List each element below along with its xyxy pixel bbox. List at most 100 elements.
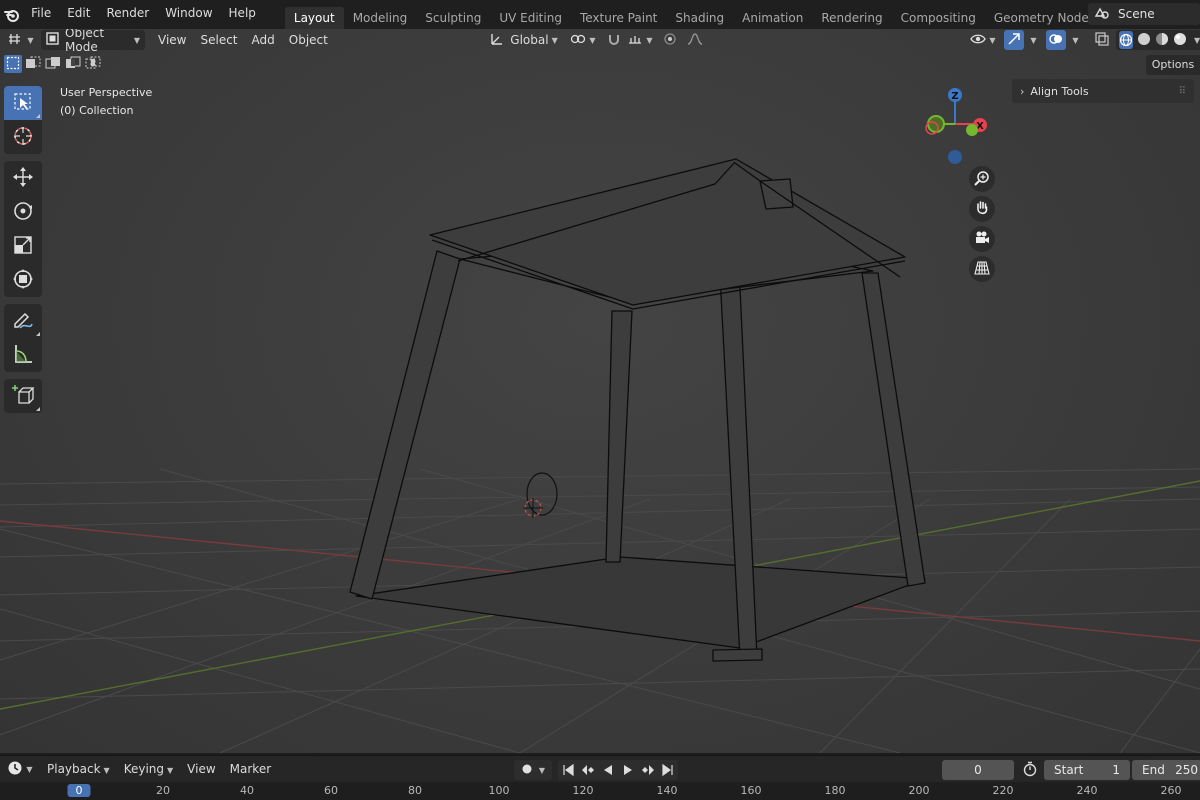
ruler-tick: 180 — [824, 784, 846, 797]
navigation-gizmo[interactable]: Z X — [915, 84, 995, 164]
select-invert-button[interactable] — [64, 55, 82, 73]
orientation-icon — [490, 32, 504, 49]
gizmo-neg-z-axis[interactable] — [948, 150, 962, 164]
current-frame-field[interactable]: 0 — [942, 760, 1014, 780]
chevron-down-icon: ▼ — [989, 35, 996, 45]
menu-help[interactable]: Help — [221, 0, 264, 29]
tool-transform[interactable] — [4, 263, 42, 297]
drag-grip-icon[interactable]: ⠿ — [1179, 86, 1186, 97]
align-tools-panel[interactable]: › Align Tools ⠿ — [1012, 79, 1194, 103]
auto-keying-button[interactable]: ▼ — [514, 760, 552, 780]
tab-shading[interactable]: Shading — [666, 7, 733, 29]
chevron-down-icon[interactable]: ▼ — [1194, 36, 1200, 45]
tab-uv-editing[interactable]: UV Editing — [490, 7, 571, 29]
scene-selector[interactable]: Scene — [1088, 3, 1200, 25]
timeline-editor-type-button[interactable]: ▼ — [4, 759, 36, 779]
tab-compositing[interactable]: Compositing — [892, 7, 985, 29]
select-box-icon — [13, 92, 33, 115]
gizmo-y-axis[interactable] — [966, 124, 978, 136]
camera-view-button[interactable] — [969, 226, 995, 252]
rendered-shading-button[interactable] — [1173, 32, 1187, 49]
gizmo-dropdown[interactable]: ▼ — [1025, 30, 1039, 50]
mode-selector[interactable]: Object Mode ▼ — [41, 29, 145, 54]
start-frame-field[interactable]: Start 1 — [1044, 760, 1130, 780]
gizmo-toggle[interactable] — [1004, 30, 1024, 50]
eye-icon — [970, 33, 987, 48]
timeline-menu-view[interactable]: View — [180, 762, 222, 776]
tool-scale[interactable] — [4, 229, 42, 263]
frame-rate-toggle[interactable] — [1020, 760, 1040, 780]
jump-to-keyframe-forward-button[interactable] — [638, 760, 658, 780]
pivot-point-button[interactable]: ▼ — [570, 30, 596, 50]
tool-annotate[interactable] — [4, 304, 42, 338]
wireframe-shading-button[interactable] — [1119, 31, 1133, 49]
timeline-menu-marker[interactable]: Marker — [223, 762, 278, 776]
viewport-header: ▼ Object Mode ▼ View Select Add Object Glob… — [0, 29, 1200, 54]
timeline-menu-playback[interactable]: Playback ▼ — [40, 762, 117, 776]
overlays-toggle[interactable] — [1046, 30, 1066, 50]
tool-measure[interactable] — [4, 338, 42, 372]
timeline-menu-keying[interactable]: Keying ▼ — [117, 762, 180, 776]
record-dot-icon — [521, 763, 533, 778]
material-shading-button[interactable] — [1155, 32, 1169, 49]
chevron-down-icon: ▼ — [133, 35, 140, 45]
chevron-down-icon: ▼ — [27, 35, 34, 45]
falloff-button[interactable] — [682, 30, 708, 50]
menu-window[interactable]: Window — [157, 0, 220, 29]
viewport-menu-view[interactable]: View — [151, 33, 193, 47]
tab-texture-paint[interactable]: Texture Paint — [571, 7, 666, 29]
corner-triangle-icon — [36, 114, 40, 118]
tool-add-cube[interactable] — [4, 379, 42, 413]
proportional-edit-toggle[interactable] — [660, 30, 680, 50]
timeline-menu-label: View — [187, 762, 216, 776]
tab-geometry-nodes[interactable]: Geometry Nodes — [985, 7, 1104, 29]
snap-toggle[interactable] — [604, 30, 624, 50]
solid-shading-button[interactable] — [1137, 32, 1151, 49]
play-button[interactable] — [618, 760, 638, 780]
editor-type-button[interactable]: ▼ — [4, 30, 38, 50]
snap-target-button[interactable]: ▼ — [626, 30, 654, 50]
tab-sculpting[interactable]: Sculpting — [416, 7, 490, 29]
tab-layout[interactable]: Layout — [284, 7, 344, 29]
transform-orientation-selector[interactable]: Global ▼ — [486, 30, 562, 50]
timeline-frame-ruler[interactable]: 0 20 40 60 80 100 120 140 160 180 200 220 240 260 — [0, 782, 1200, 800]
magnet-icon — [607, 32, 621, 49]
jump-to-start-button[interactable] — [558, 760, 578, 780]
cursor-icon — [12, 125, 34, 150]
overlays-dropdown[interactable]: ▼ — [1067, 30, 1081, 50]
tab-animation[interactable]: Animation — [733, 7, 812, 29]
select-extend-button[interactable] — [24, 55, 42, 73]
xray-toggle[interactable] — [1092, 30, 1112, 50]
play-reverse-button[interactable] — [598, 760, 618, 780]
jump-to-keyframe-back-button[interactable] — [578, 760, 598, 780]
options-button[interactable]: Options — [1146, 55, 1200, 75]
zoom-view-button[interactable] — [969, 166, 995, 192]
ruler-tick: 160 — [740, 784, 762, 797]
snap-increment-icon — [627, 32, 643, 49]
viewport-menu-object[interactable]: Object — [282, 33, 335, 47]
blender-logo-icon[interactable] — [0, 0, 23, 29]
tool-rotate[interactable] — [4, 195, 42, 229]
visibility-button[interactable]: ▼ — [968, 30, 998, 50]
tool-move[interactable] — [4, 161, 42, 195]
pan-view-button[interactable] — [969, 196, 995, 222]
3d-viewport[interactable]: ▼ Object Mode ▼ View Select Add Object Glob… — [0, 29, 1200, 753]
viewport-menu-select[interactable]: Select — [193, 33, 244, 47]
menu-edit[interactable]: Edit — [59, 0, 98, 29]
menu-file[interactable]: File — [23, 0, 59, 29]
tool-cursor[interactable] — [4, 120, 42, 154]
jump-to-end-button[interactable] — [658, 760, 678, 780]
end-label: End — [1142, 763, 1165, 777]
select-new-button[interactable] — [4, 55, 22, 73]
tool-select-box[interactable] — [4, 86, 42, 120]
tab-rendering[interactable]: Rendering — [812, 7, 891, 29]
menu-render[interactable]: Render — [98, 0, 157, 29]
viewport-menu-add[interactable]: Add — [245, 33, 282, 47]
select-subtract-button[interactable] — [44, 55, 62, 73]
select-intersect-button[interactable] — [84, 55, 102, 73]
toggle-projection-button[interactable] — [969, 256, 995, 282]
select-invert-icon — [65, 56, 81, 73]
current-frame-indicator[interactable]: 0 — [67, 784, 91, 797]
tab-modeling[interactable]: Modeling — [344, 7, 417, 29]
end-frame-field[interactable]: End 250 — [1132, 760, 1200, 780]
